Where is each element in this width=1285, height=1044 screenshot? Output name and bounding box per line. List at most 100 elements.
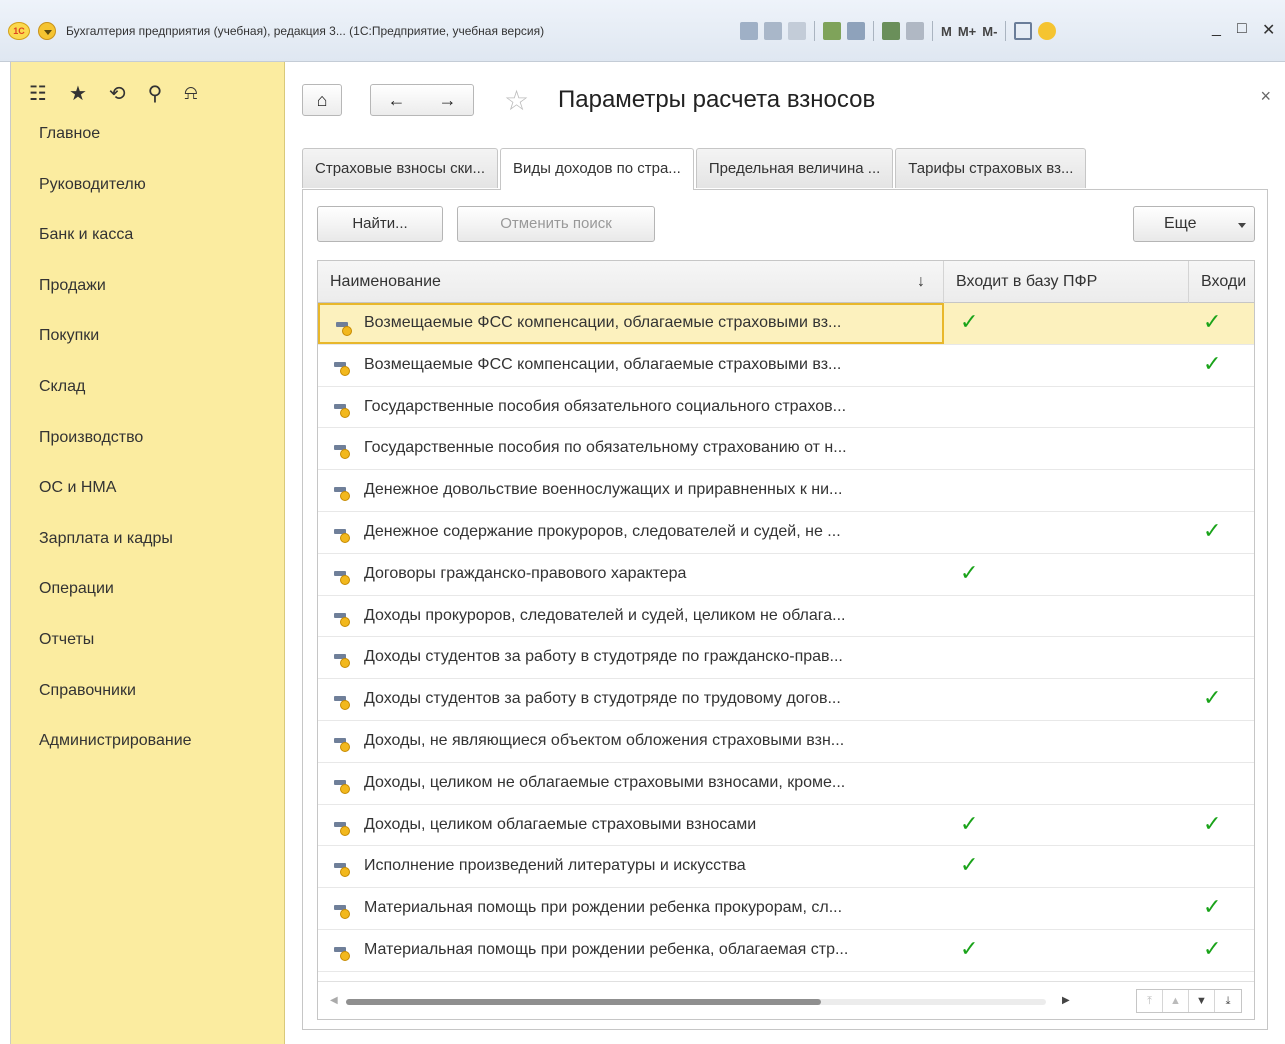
table-row[interactable]: Доходы, не являющиеся объектом обложения… [318, 721, 1254, 763]
cell-pfr[interactable]: ✓ [944, 554, 1189, 595]
cell-name[interactable]: Доходы студентов за работу в студотряде … [318, 679, 944, 720]
app-logo-icon[interactable]: 1С [8, 22, 30, 40]
tab-limit-value[interactable]: Предельная величина ... [695, 148, 894, 188]
search-icon[interactable]: ⚲ [148, 81, 163, 106]
info-icon[interactable] [1038, 22, 1057, 40]
sidebar-item-production[interactable]: Производство [11, 428, 284, 479]
horizontal-scrollbar[interactable]: ◀ ▶ ⤒ ▲ ▼ ⤓ [318, 981, 1254, 1019]
cell-name[interactable]: Возмещаемые ФСС компенсации, облагаемые … [318, 303, 944, 344]
cell-name[interactable]: Государственные пособия по обязательному… [318, 428, 944, 469]
cell-name[interactable]: Доходы прокуроров, следователей и судей,… [318, 596, 944, 637]
cell-pfr[interactable] [944, 679, 1189, 720]
memory-minus-button[interactable]: M- [982, 24, 997, 39]
sidebar-item-admin[interactable]: Администрирование [11, 731, 284, 782]
table-row[interactable]: Доходы прокуроров, следователей и судей,… [318, 596, 1254, 638]
scroll-track[interactable] [346, 999, 1046, 1005]
sidebar-item-operations[interactable]: Операции [11, 579, 284, 630]
cell-name[interactable]: Денежное содержание прокуроров, следоват… [318, 512, 944, 553]
sidebar-item-sales[interactable]: Продажи [11, 276, 284, 327]
cell-pfr[interactable] [944, 470, 1189, 511]
cell-name[interactable]: Доходы, не являющиеся объектом обложения… [318, 721, 944, 762]
cell-name[interactable]: Государственные пособия обязательного со… [318, 387, 944, 428]
table-row[interactable]: Доходы, целиком не облагаемые страховыми… [318, 763, 1254, 805]
scroll-left-icon[interactable]: ◀ [330, 995, 338, 1006]
link-icon[interactable] [847, 22, 865, 40]
cell-pfr[interactable] [944, 763, 1189, 804]
table-row[interactable]: Возмещаемые ФСС компенсации, облагаемые … [318, 303, 1254, 345]
home-button[interactable]: ⌂ [302, 84, 342, 116]
cell-next[interactable]: ✓ [1189, 679, 1254, 720]
scroll-right-icon[interactable]: ▶ [1062, 995, 1070, 1006]
sidebar-item-payroll[interactable]: Зарплата и кадры [11, 529, 284, 580]
scroll-last-icon[interactable]: ⤓ [1215, 990, 1241, 1012]
cell-name[interactable]: Договоры гражданско-правового характера [318, 554, 944, 595]
cell-pfr[interactable] [944, 721, 1189, 762]
table-row[interactable]: Доходы студентов за работу в студотряде … [318, 637, 1254, 680]
cell-next[interactable]: ✓ [1189, 930, 1254, 971]
column-header-next[interactable]: Входи [1189, 261, 1254, 303]
column-header-name[interactable]: Наименование ↓ [318, 261, 944, 303]
cell-next[interactable] [1189, 387, 1254, 428]
sidebar-item-purchases[interactable]: Покупки [11, 326, 284, 377]
attach-icon[interactable] [823, 22, 841, 40]
cell-next[interactable] [1189, 470, 1254, 511]
sidebar-item-bank[interactable]: Банк и касса [11, 225, 284, 276]
cell-pfr[interactable] [944, 345, 1189, 386]
cell-name[interactable]: Денежное довольствие военнослужащих и пр… [318, 470, 944, 511]
cell-name[interactable]: Материальная помощь при рождении ребенка… [318, 930, 944, 971]
minimize-button[interactable]: _ [1212, 20, 1221, 38]
scroll-first-icon[interactable]: ⤒ [1137, 990, 1163, 1012]
scroll-thumb[interactable] [346, 999, 821, 1005]
favorite-star-icon[interactable]: ☆ [504, 84, 529, 117]
cell-next[interactable]: ✓ [1189, 303, 1254, 344]
table-row[interactable]: Доходы студентов за работу в студотряде … [318, 679, 1254, 721]
forward-arrow-icon[interactable]: → [439, 90, 457, 111]
cell-pfr[interactable] [944, 428, 1189, 469]
memory-m-button[interactable]: M [941, 24, 952, 39]
close-form-button[interactable]: × [1260, 86, 1271, 107]
table-row[interactable]: Возмещаемые ФСС компенсации, облагаемые … [318, 345, 1254, 387]
cell-next[interactable] [1189, 721, 1254, 762]
tab-rates[interactable]: Тарифы страховых вз... [895, 148, 1087, 188]
table-row[interactable]: Договоры гражданско-правового характера ✓ [318, 554, 1254, 596]
sidebar-item-warehouse[interactable]: Склад [11, 377, 284, 428]
main-menu-button[interactable] [38, 22, 56, 40]
panels-icon[interactable] [1014, 22, 1033, 40]
table-row[interactable]: Денежное содержание прокуроров, следоват… [318, 512, 1254, 554]
cell-pfr[interactable] [944, 387, 1189, 428]
cell-next[interactable]: ✓ [1189, 888, 1254, 929]
sidebar-item-reports[interactable]: Отчеты [11, 630, 284, 681]
maximize-button[interactable]: □ [1237, 20, 1247, 38]
scroll-up-icon[interactable]: ▲ [1163, 990, 1189, 1012]
cell-next[interactable] [1189, 763, 1254, 804]
memory-plus-button[interactable]: M+ [958, 24, 976, 39]
table-row[interactable]: Материальная помощь при рождении ребенка… [318, 930, 1254, 972]
table-row[interactable]: Исполнение произведений литературы и иск… [318, 846, 1254, 889]
cell-name[interactable]: Доходы, целиком облагаемые страховыми вз… [318, 805, 944, 846]
column-header-pfr[interactable]: Входит в базу ПФР [944, 261, 1189, 303]
cell-pfr[interactable]: ✓ [944, 303, 1189, 344]
cell-next[interactable]: ✓ [1189, 805, 1254, 846]
cell-next[interactable] [1189, 846, 1254, 887]
cell-next[interactable] [1189, 428, 1254, 469]
cell-pfr[interactable]: ✓ [944, 930, 1189, 971]
cell-name[interactable]: Материальная помощь при рождении ребенка… [318, 888, 944, 929]
sidebar-item-catalogs[interactable]: Справочники [11, 681, 284, 732]
cell-pfr[interactable] [944, 888, 1189, 929]
table-row[interactable]: Денежное довольствие военнослужащих и пр… [318, 470, 1254, 512]
cell-next[interactable] [1189, 596, 1254, 637]
bell-icon[interactable]: ⍾ [184, 82, 197, 105]
cell-next[interactable]: ✓ [1189, 345, 1254, 386]
table-row[interactable]: Материальная помощь при рождении ребенка… [318, 888, 1254, 930]
sidebar-item-main[interactable]: Главное [11, 124, 284, 175]
print-icon[interactable] [764, 22, 782, 40]
cancel-search-button[interactable]: Отменить поиск [457, 206, 655, 242]
table-row[interactable]: Государственные пособия обязательного со… [318, 387, 1254, 429]
cell-name[interactable]: Возмещаемые ФСС компенсации, облагаемые … [318, 345, 944, 386]
table-row[interactable]: Доходы, целиком облагаемые страховыми вз… [318, 805, 1254, 847]
sidebar-item-manager[interactable]: Руководителю [11, 175, 284, 226]
scroll-down-icon[interactable]: ▼ [1189, 990, 1215, 1012]
tab-insurance-contributions[interactable]: Страховые взносы ски... [302, 148, 499, 188]
preview-icon[interactable] [788, 22, 806, 40]
sidebar-item-assets[interactable]: ОС и НМА [11, 478, 284, 529]
